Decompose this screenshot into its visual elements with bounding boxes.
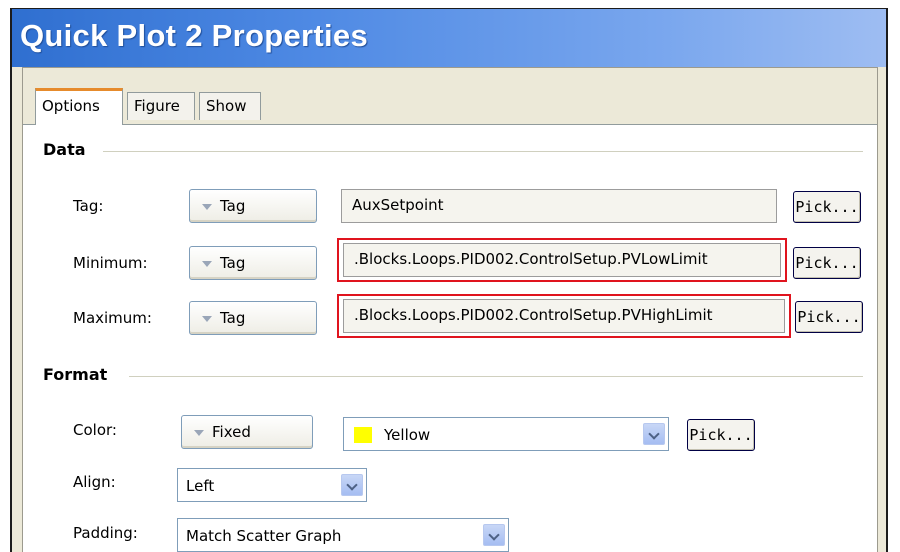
data-section-heading: Data [43, 140, 86, 159]
minimum-field[interactable]: .Blocks.Loops.PID002.ControlSetup.PVLowL… [343, 243, 781, 277]
window-title: Quick Plot 2 Properties [20, 18, 369, 53]
tag-mode-value: Tag [220, 197, 246, 215]
tag-label: Tag: [73, 197, 104, 215]
chevron-down-icon [202, 261, 212, 267]
padding-label: Padding: [73, 524, 138, 542]
tab-options[interactable]: Options [35, 88, 123, 125]
padding-select-value: Match Scatter Graph [186, 527, 342, 545]
color-mode-value: Fixed [212, 423, 251, 441]
align-label: Align: [73, 473, 116, 491]
minimum-mode-dropdown[interactable]: Tag [189, 246, 317, 280]
maximum-pick-button[interactable]: Pick... [795, 301, 863, 333]
chevron-down-icon [202, 316, 212, 322]
tab-figure[interactable]: Figure [127, 92, 195, 120]
color-select-value: Yellow [384, 426, 431, 444]
minimum-mode-value: Tag [220, 254, 246, 272]
align-select[interactable]: Left [177, 468, 367, 502]
chevron-down-icon [202, 204, 212, 210]
chevron-down-icon[interactable] [483, 524, 505, 546]
dialog-content: Options Figure Show Data Tag: Tag AuxSet… [22, 67, 878, 552]
minimum-pick-button[interactable]: Pick... [793, 247, 861, 279]
tab-strip: Options Figure Show [23, 68, 877, 125]
tab-show[interactable]: Show [199, 92, 261, 120]
data-section-divider [103, 151, 863, 152]
chevron-down-icon[interactable] [341, 474, 363, 496]
maximum-mode-value: Tag [220, 309, 246, 327]
chevron-down-icon[interactable] [643, 423, 665, 445]
title-bar[interactable]: Quick Plot 2 Properties [12, 9, 886, 67]
maximum-mode-dropdown[interactable]: Tag [189, 301, 317, 335]
tag-pick-button[interactable]: Pick... [793, 191, 861, 223]
color-mode-dropdown[interactable]: Fixed [181, 415, 313, 449]
format-section-heading: Format [43, 365, 108, 384]
minimum-label: Minimum: [73, 254, 148, 272]
tag-mode-dropdown[interactable]: Tag [189, 189, 317, 223]
align-select-value: Left [186, 477, 215, 495]
color-swatch [354, 427, 372, 443]
maximum-field[interactable]: .Blocks.Loops.PID002.ControlSetup.PVHigh… [343, 299, 785, 333]
padding-select[interactable]: Match Scatter Graph [177, 518, 509, 552]
format-section-divider [129, 376, 863, 377]
color-label: Color: [73, 421, 117, 439]
properties-dialog: Quick Plot 2 Properties Options Figure S… [10, 8, 888, 552]
color-select[interactable]: Yellow [343, 417, 669, 451]
color-pick-button[interactable]: Pick... [687, 419, 755, 451]
tag-field[interactable]: AuxSetpoint [341, 189, 777, 223]
maximum-label: Maximum: [73, 309, 152, 327]
chevron-down-icon [194, 430, 204, 436]
